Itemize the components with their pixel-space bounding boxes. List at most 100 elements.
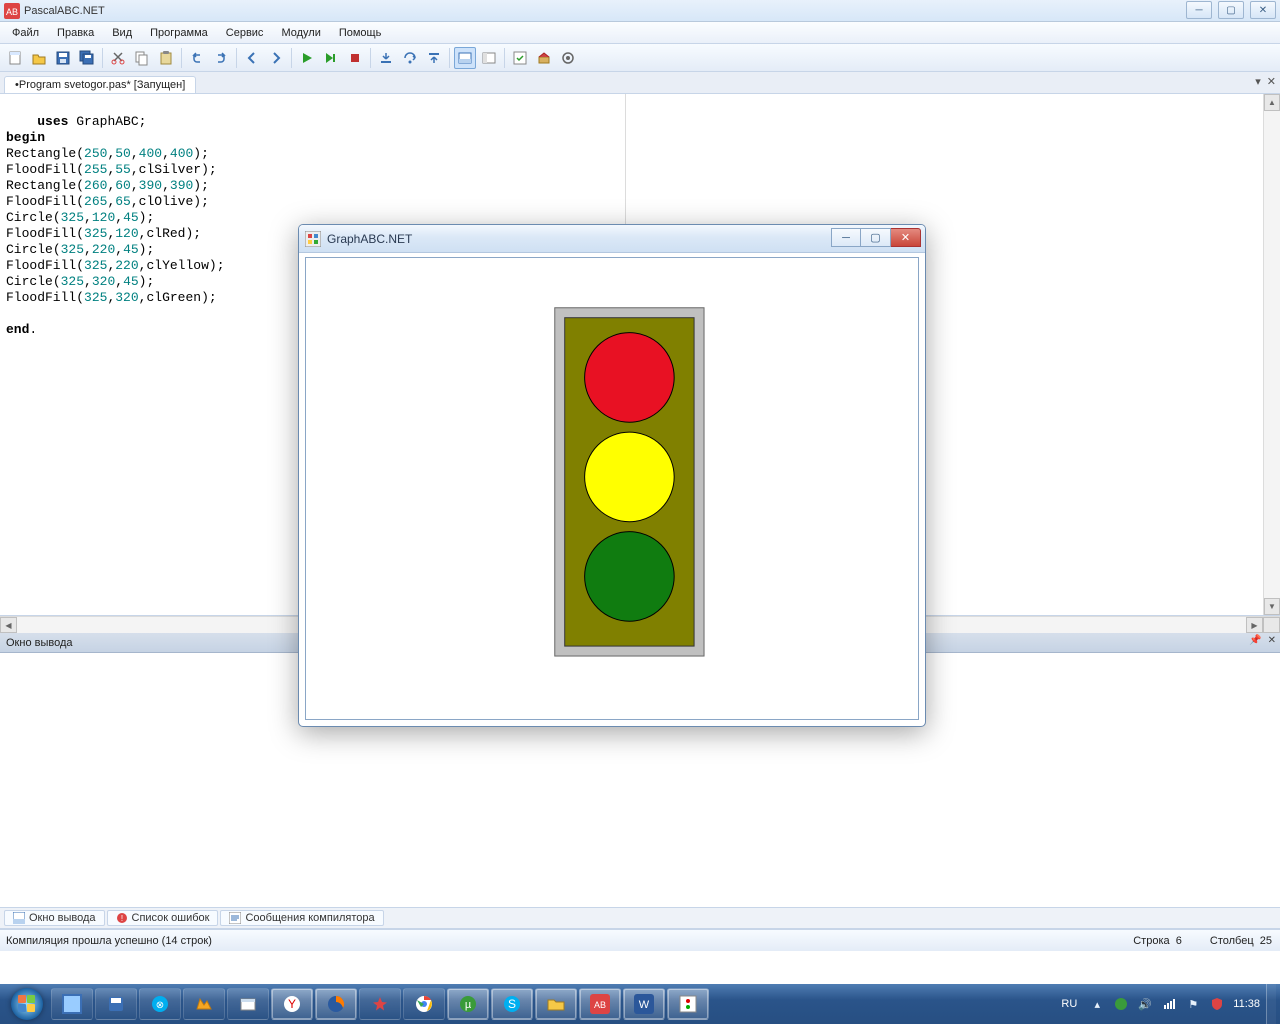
os-close-button[interactable]: ✕ <box>1250 1 1276 19</box>
bottom-tab-output[interactable]: Окно вывода <box>4 910 105 926</box>
bottom-tab-label: Список ошибок <box>132 912 210 924</box>
compiler-msg-icon <box>229 912 241 924</box>
save-all-button[interactable] <box>76 47 98 69</box>
svg-text:Y: Y <box>288 997 296 1011</box>
menu-edit[interactable]: Правка <box>49 25 102 41</box>
tray-volume-icon[interactable]: 🔊 <box>1137 996 1153 1012</box>
menu-help[interactable]: Помощь <box>331 25 390 41</box>
compile-button[interactable] <box>509 47 531 69</box>
nav-back-button[interactable] <box>241 47 263 69</box>
taskbar-item-chrome[interactable] <box>403 988 445 1020</box>
os-minimize-button[interactable]: ─ <box>1186 1 1212 19</box>
taskbar-item[interactable] <box>51 988 93 1020</box>
scroll-left-icon[interactable]: ◀ <box>0 617 17 633</box>
graphabc-close-button[interactable]: ✕ <box>891 228 921 247</box>
taskbar-item[interactable] <box>95 988 137 1020</box>
toggle-output-button[interactable] <box>454 47 476 69</box>
taskbar-item-pascalabc[interactable]: AB <box>579 988 621 1020</box>
bottom-tab-bar: Окно вывода ! Список ошибок Сообщения ко… <box>0 907 1280 929</box>
scroll-up-icon[interactable]: ▲ <box>1264 94 1280 111</box>
app-icon: AB <box>4 3 20 19</box>
bottom-tab-compiler[interactable]: Сообщения компилятора <box>220 910 383 926</box>
run-button[interactable] <box>296 47 318 69</box>
svg-text:µ: µ <box>465 999 472 1011</box>
toolbar-separator <box>370 48 371 68</box>
start-button[interactable] <box>4 986 50 1022</box>
toolbar-separator <box>449 48 450 68</box>
taskbar-item-firefox[interactable] <box>315 988 357 1020</box>
tray-utorrent-icon[interactable] <box>1113 996 1129 1012</box>
output-icon <box>13 912 25 924</box>
show-desktop-button[interactable] <box>1266 984 1276 1024</box>
svg-text:AB: AB <box>6 7 18 17</box>
taskbar-item-utorrent[interactable]: µ <box>447 988 489 1020</box>
bottom-tab-label: Сообщения компилятора <box>245 912 374 924</box>
step-out-button[interactable] <box>423 47 445 69</box>
menu-file[interactable]: Файл <box>4 25 47 41</box>
svg-text:!: ! <box>120 914 122 923</box>
build-button[interactable] <box>533 47 555 69</box>
taskbar-item[interactable] <box>183 988 225 1020</box>
scrollbar-track[interactable] <box>1264 111 1280 598</box>
menu-service[interactable]: Сервис <box>218 25 272 41</box>
graphabc-titlebar[interactable]: GraphABC.NET ─ ▢ ✕ <box>299 225 925 253</box>
paste-button[interactable] <box>155 47 177 69</box>
os-window-titlebar: AB PascalABC.NET ─ ▢ ✕ <box>0 0 1280 22</box>
tray-action-icon[interactable]: ⚑ <box>1185 996 1201 1012</box>
taskbar-item[interactable] <box>227 988 269 1020</box>
scroll-down-icon[interactable]: ▼ <box>1264 598 1280 615</box>
input-language[interactable]: RU <box>1057 996 1081 1012</box>
close-panel-icon[interactable]: ✕ <box>1268 635 1276 646</box>
graphabc-canvas-border <box>305 257 919 720</box>
copy-button[interactable] <box>131 47 153 69</box>
editor-vertical-scrollbar[interactable]: ▲ ▼ <box>1263 94 1280 615</box>
os-maximize-button[interactable]: ▢ <box>1218 1 1244 19</box>
stop-button[interactable] <box>344 47 366 69</box>
cursor-line: Строка 6 <box>1133 935 1182 947</box>
taskbar-item-yandex[interactable]: Y <box>271 988 313 1020</box>
tray-show-hidden-icon[interactable]: ▴ <box>1089 996 1105 1012</box>
menu-program[interactable]: Программа <box>142 25 216 41</box>
os-taskbar: ⊗ Y µ S AB W RU ▴ 🔊 ⚑ 11:38 <box>0 984 1280 1024</box>
tab-close-icon[interactable]: ✕ <box>1267 75 1276 88</box>
step-into-button[interactable] <box>375 47 397 69</box>
tab-dropdown-icon[interactable]: ▾ <box>1255 75 1261 88</box>
tray-clock[interactable]: 11:38 <box>1233 998 1260 1010</box>
pin-icon[interactable]: 📌 <box>1249 635 1261 646</box>
bottom-tab-errors[interactable]: ! Список ошибок <box>107 910 219 926</box>
menu-view[interactable]: Вид <box>104 25 140 41</box>
taskbar-item-explorer[interactable] <box>535 988 577 1020</box>
taskbar-item-graphabc[interactable] <box>667 988 709 1020</box>
compile-status-text: Компиляция прошла успешно (14 строк) <box>6 935 212 947</box>
graphabc-window[interactable]: GraphABC.NET ─ ▢ ✕ <box>298 224 926 727</box>
step-over-button[interactable] <box>399 47 421 69</box>
menu-modules[interactable]: Модули <box>273 25 328 41</box>
main-toolbar <box>0 44 1280 72</box>
scroll-right-icon[interactable]: ▶ <box>1246 617 1263 633</box>
taskbar-item-word[interactable]: W <box>623 988 665 1020</box>
run-no-debug-button[interactable] <box>320 47 342 69</box>
new-file-button[interactable] <box>4 47 26 69</box>
document-tab[interactable]: •Program svetogor.pas* [Запущен] <box>4 76 196 93</box>
graphabc-maximize-button[interactable]: ▢ <box>861 228 891 247</box>
options-button[interactable] <box>557 47 579 69</box>
bottom-tab-label: Окно вывода <box>29 912 96 924</box>
status-bar: Компиляция прошла успешно (14 строк) Стр… <box>0 929 1280 951</box>
graphabc-minimize-button[interactable]: ─ <box>831 228 861 247</box>
undo-button[interactable] <box>186 47 208 69</box>
tray-security-icon[interactable] <box>1209 996 1225 1012</box>
graphabc-title: GraphABC.NET <box>327 232 412 246</box>
cut-button[interactable] <box>107 47 129 69</box>
nav-forward-button[interactable] <box>265 47 287 69</box>
toolbar-separator <box>504 48 505 68</box>
taskbar-item[interactable]: ⊗ <box>139 988 181 1020</box>
taskbar-item-skype[interactable]: S <box>491 988 533 1020</box>
save-button[interactable] <box>52 47 74 69</box>
taskbar-item[interactable] <box>359 988 401 1020</box>
toggle-errors-button[interactable] <box>478 47 500 69</box>
tray-network-icon[interactable] <box>1161 996 1177 1012</box>
open-file-button[interactable] <box>28 47 50 69</box>
svg-text:AB: AB <box>594 1000 606 1010</box>
redo-button[interactable] <box>210 47 232 69</box>
graphabc-canvas <box>306 258 918 721</box>
